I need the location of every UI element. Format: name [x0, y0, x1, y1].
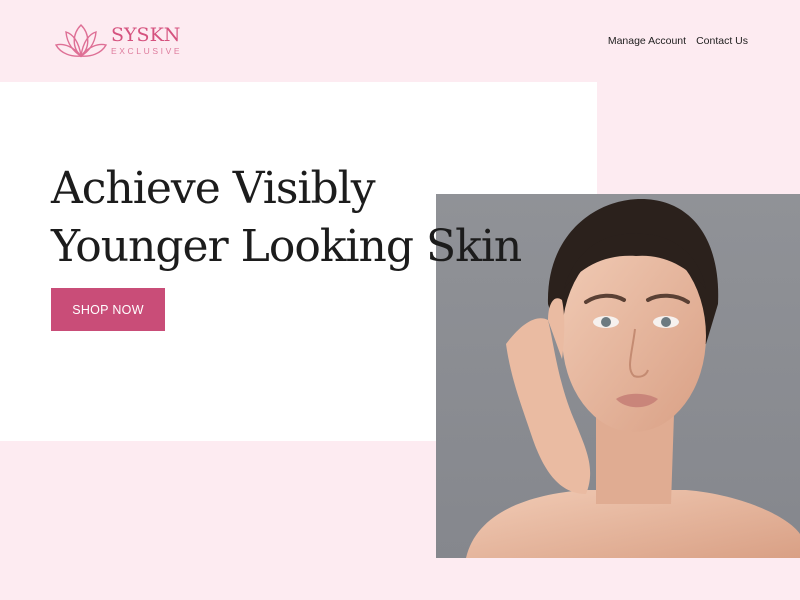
brand-logo[interactable]: SYSKN EXCLUSIVE: [54, 22, 182, 60]
brand-name: SYSKN: [111, 24, 181, 46]
headline-line-2: Younger Looking Skin: [51, 221, 522, 272]
logo-text: SYSKN EXCLUSIVE: [111, 24, 183, 57]
brand-tagline: EXCLUSIVE: [111, 46, 183, 56]
nav-manage-account[interactable]: Manage Account: [608, 35, 686, 47]
top-nav: Manage Account Contact Us: [598, 35, 748, 47]
site-header: SYSKN EXCLUSIVE Manage Account Contact U…: [0, 0, 800, 82]
landing-page: SYSKN EXCLUSIVE Manage Account Contact U…: [0, 0, 800, 600]
nav-contact-us[interactable]: Contact Us: [696, 35, 748, 47]
headline-line-1: Achieve Visibly: [51, 163, 376, 214]
hero-headline: Achieve Visibly Younger Looking Skin: [51, 160, 522, 276]
lotus-icon: [54, 24, 108, 58]
shop-now-button[interactable]: SHOP NOW: [51, 288, 165, 331]
